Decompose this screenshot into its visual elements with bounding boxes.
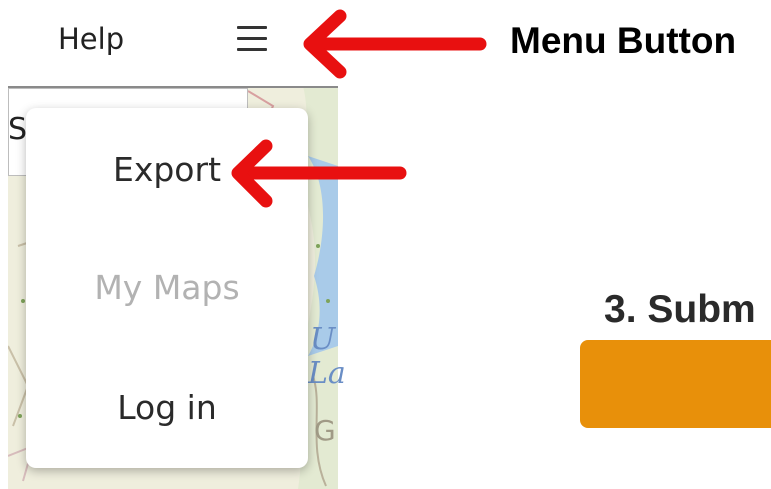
export-arrow — [231, 139, 407, 208]
menu-button-arrow — [303, 9, 487, 79]
annotation-arrows — [231, 9, 487, 208]
